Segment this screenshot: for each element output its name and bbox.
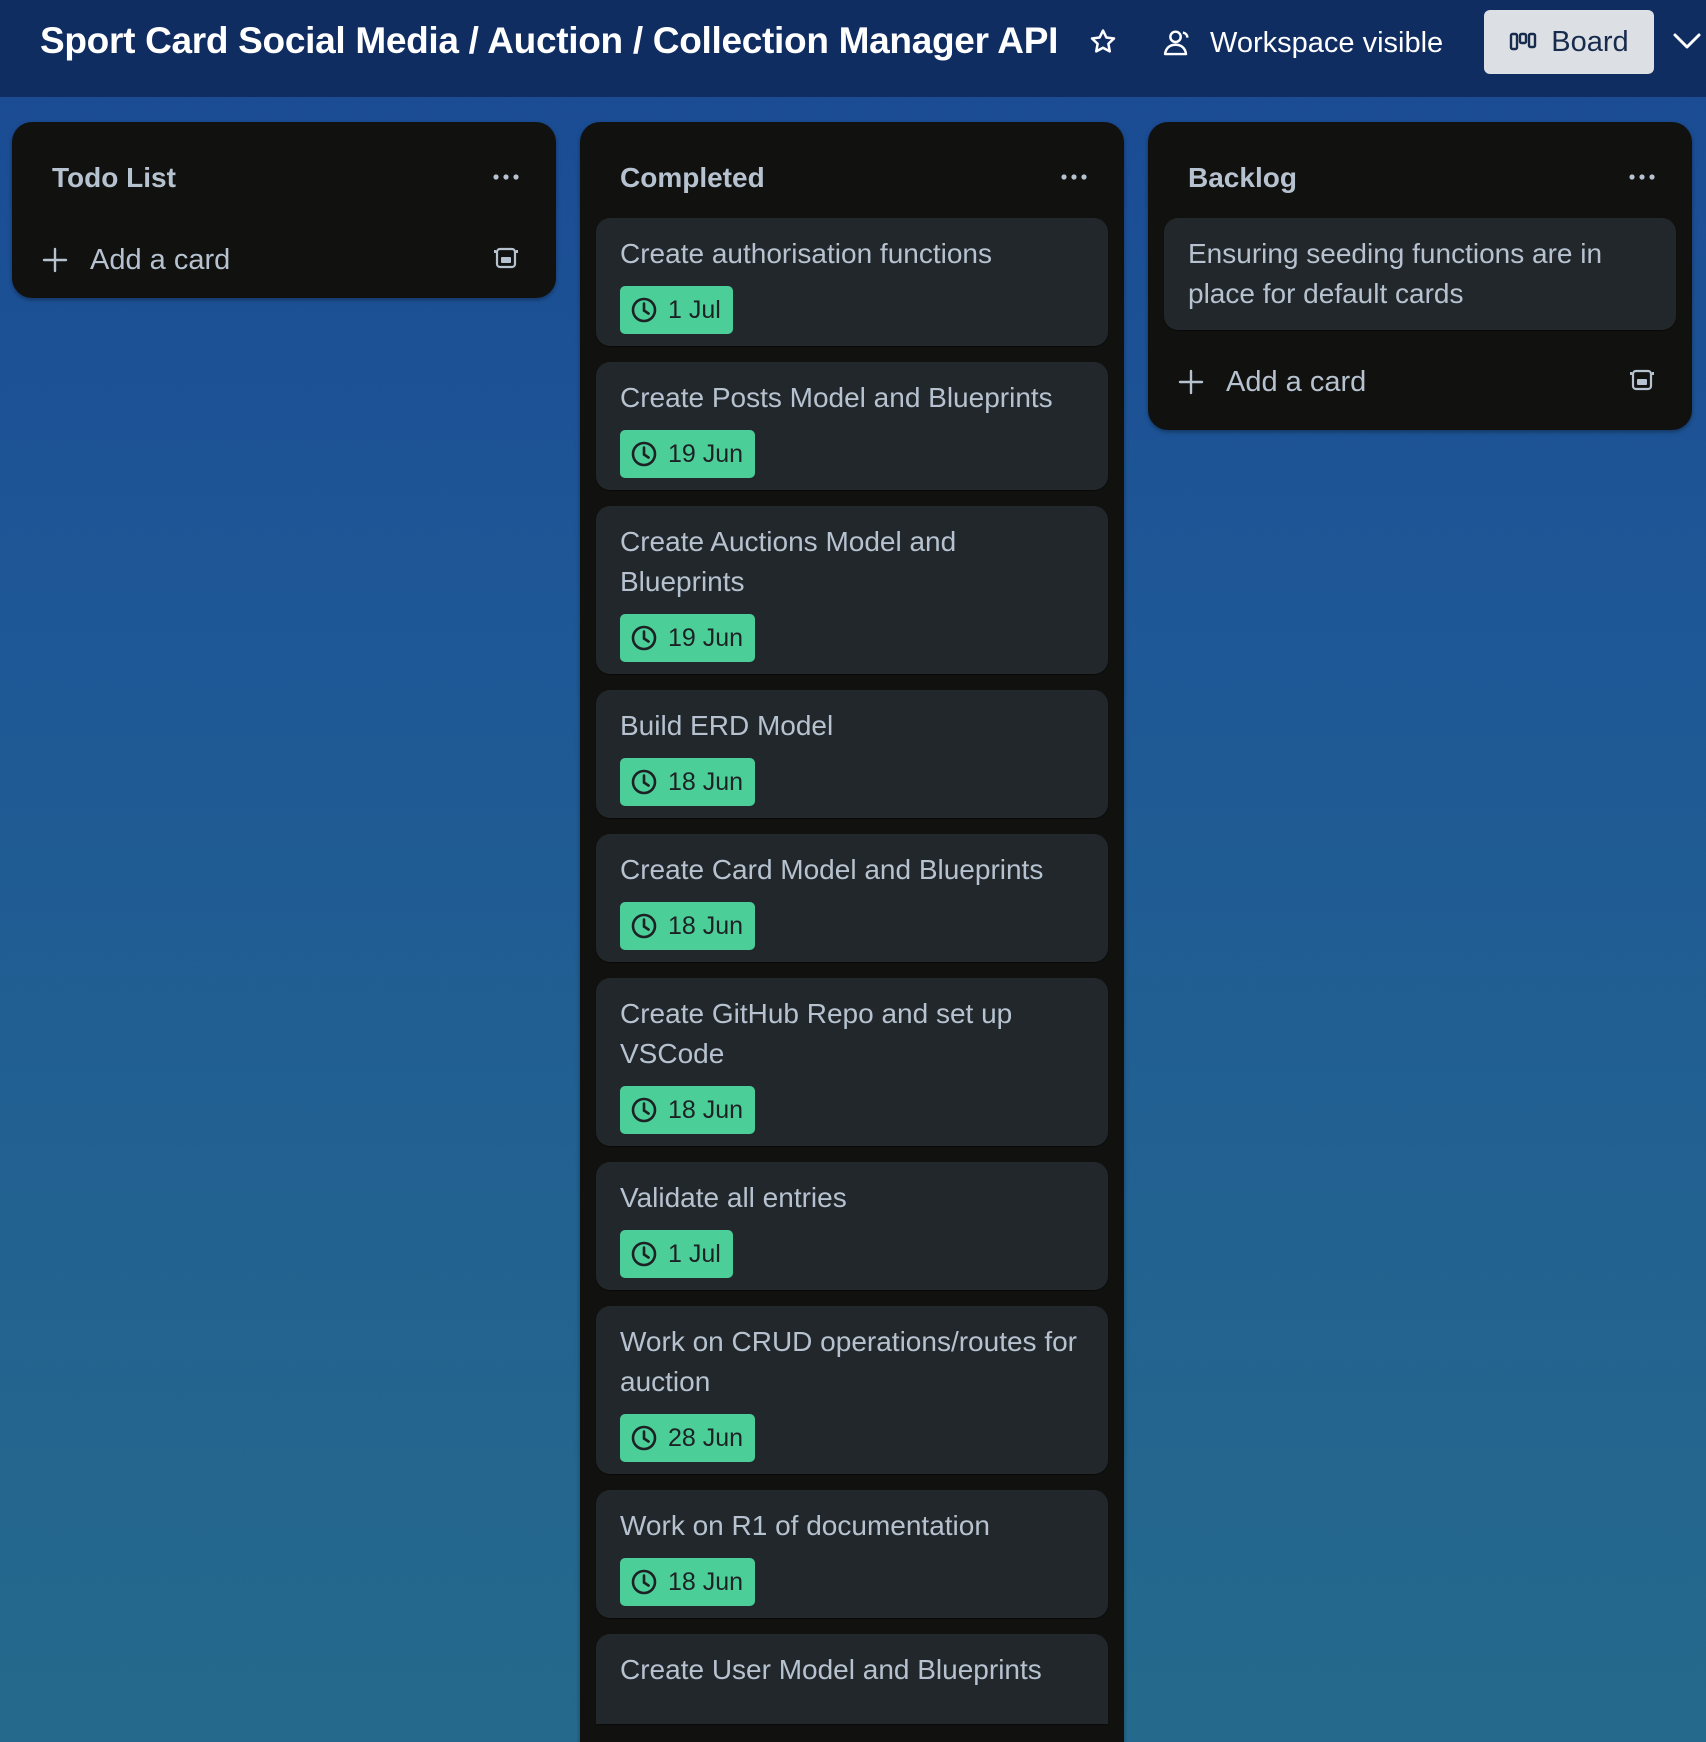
- card-title: Create GitHub Repo and set up VSCode: [620, 998, 1013, 1069]
- people-icon: [1162, 28, 1194, 58]
- card[interactable]: Validate all entries 1 Jul: [596, 1162, 1108, 1290]
- card-title: Build ERD Model: [620, 710, 834, 741]
- due-date-badge[interactable]: 19 Jun: [620, 614, 756, 662]
- card-title: Create Posts Model and Blueprints: [620, 382, 1053, 413]
- clock-icon: [630, 296, 658, 324]
- due-date-label: 18 Jun: [668, 1567, 744, 1596]
- plus-icon: [42, 247, 68, 273]
- board-icon: [1509, 31, 1537, 53]
- clock-icon: [630, 440, 658, 468]
- board-header: Sport Card Social Media / Auction / Coll…: [0, 0, 1706, 97]
- more-icon: [1060, 168, 1088, 186]
- due-date-label: 19 Jun: [668, 439, 744, 468]
- due-date-label: 28 Jun: [668, 1423, 744, 1452]
- due-date-label: 18 Jun: [668, 911, 744, 940]
- star-board-button[interactable]: [1083, 24, 1123, 64]
- due-date-label: 18 Jun: [668, 767, 744, 796]
- list-menu-button[interactable]: [1622, 162, 1662, 192]
- card-title: Create User Model and Blueprints: [620, 1654, 1042, 1685]
- visibility-label: Workspace visible: [1210, 26, 1444, 59]
- due-date-label: 1 Jul: [668, 295, 721, 324]
- card[interactable]: Create Card Model and Blueprints 18 Jun: [596, 834, 1108, 962]
- add-card-label: Add a card: [90, 243, 231, 276]
- due-date-badge[interactable]: 18 Jun: [620, 1558, 756, 1606]
- create-from-template-button[interactable]: [1622, 362, 1662, 402]
- card-title: Ensuring seeding functions are in place …: [1188, 238, 1603, 309]
- list-backlog: Backlog Ensuring seeding functions are i…: [1148, 122, 1692, 430]
- card[interactable]: Create User Model and Blueprints: [596, 1634, 1108, 1724]
- card-title: Create Card Model and Blueprints: [620, 854, 1044, 885]
- due-date-badge[interactable]: 19 Jun: [620, 430, 756, 478]
- chevron-down-icon: [1672, 30, 1702, 57]
- due-date-badge[interactable]: 28 Jun: [620, 1414, 756, 1462]
- add-card-button[interactable]: Add a card: [42, 232, 230, 288]
- card-title: Work on R1 of documentation: [620, 1510, 990, 1541]
- template-icon: [493, 245, 519, 276]
- clock-icon: [630, 624, 658, 652]
- card-title: Validate all entries: [620, 1182, 847, 1213]
- more-icon: [1628, 168, 1656, 186]
- list-todo: Todo List Add a card: [12, 122, 556, 298]
- plus-icon: [1178, 369, 1204, 395]
- more-icon: [492, 168, 520, 186]
- add-card-label: Add a card: [1226, 365, 1367, 398]
- list-menu-button[interactable]: [1054, 162, 1094, 192]
- due-date-badge[interactable]: 18 Jun: [620, 1086, 756, 1134]
- card-title: Create Auctions Model and Blueprints: [620, 526, 957, 597]
- card[interactable]: Work on CRUD operations/routes for aucti…: [596, 1306, 1108, 1474]
- list-completed: Completed Create authorisation functions…: [580, 122, 1124, 1742]
- clock-icon: [630, 1424, 658, 1452]
- due-date-label: 19 Jun: [668, 623, 744, 652]
- visibility-button[interactable]: Workspace visible: [1162, 20, 1443, 66]
- board-title[interactable]: Sport Card Social Media / Auction / Coll…: [40, 20, 1058, 62]
- card-title: Create authorisation functions: [620, 238, 992, 269]
- due-date-badge[interactable]: 18 Jun: [620, 902, 756, 950]
- board-view-label: Board: [1551, 25, 1629, 58]
- list-title[interactable]: Backlog: [1188, 162, 1297, 194]
- list-title[interactable]: Completed: [620, 162, 765, 194]
- board-view-button[interactable]: Board: [1484, 10, 1654, 74]
- add-card-button[interactable]: Add a card: [1178, 354, 1366, 410]
- card[interactable]: Build ERD Model 18 Jun: [596, 690, 1108, 818]
- template-icon: [1629, 367, 1655, 398]
- card-title: Work on CRUD operations/routes for aucti…: [620, 1326, 1077, 1397]
- clock-icon: [630, 1240, 658, 1268]
- clock-icon: [630, 1096, 658, 1124]
- clock-icon: [630, 768, 658, 796]
- list-menu-button[interactable]: [486, 162, 526, 192]
- due-date-label: 1 Jul: [668, 1239, 721, 1268]
- card[interactable]: Create GitHub Repo and set up VSCode 18 …: [596, 978, 1108, 1146]
- list-title[interactable]: Todo List: [52, 162, 176, 194]
- due-date-label: 18 Jun: [668, 1095, 744, 1124]
- card[interactable]: Work on R1 of documentation 18 Jun: [596, 1490, 1108, 1618]
- card[interactable]: Create Auctions Model and Blueprints 19 …: [596, 506, 1108, 674]
- clock-icon: [630, 912, 658, 940]
- due-date-badge[interactable]: 1 Jul: [620, 286, 733, 334]
- star-icon: [1088, 27, 1118, 62]
- card[interactable]: Create Posts Model and Blueprints 19 Jun: [596, 362, 1108, 490]
- card[interactable]: Ensuring seeding functions are in place …: [1164, 218, 1676, 330]
- due-date-badge[interactable]: 18 Jun: [620, 758, 756, 806]
- clock-icon: [630, 1568, 658, 1596]
- card[interactable]: Create authorisation functions 1 Jul: [596, 218, 1108, 346]
- due-date-badge[interactable]: 1 Jul: [620, 1230, 733, 1278]
- create-from-template-button[interactable]: [486, 240, 526, 280]
- view-switcher-button[interactable]: [1672, 26, 1706, 60]
